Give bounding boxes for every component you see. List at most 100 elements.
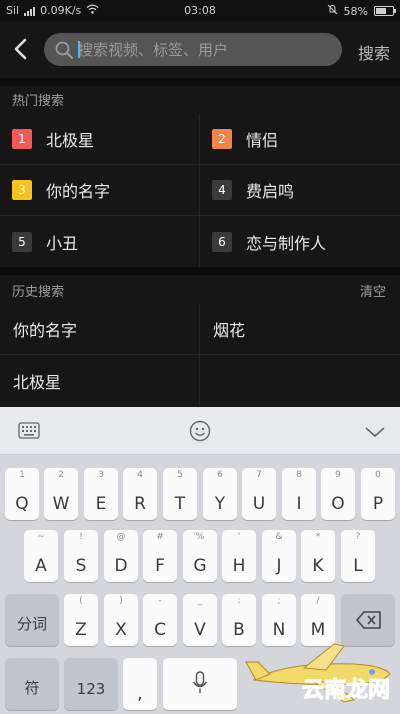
- key-label: S: [75, 556, 87, 576]
- key-label: L: [353, 556, 363, 576]
- key-hint: ': [237, 532, 241, 542]
- voice-space-key[interactable]: [163, 658, 237, 710]
- key-a[interactable]: ~ A: [24, 530, 58, 582]
- key-y[interactable]: 6Y: [203, 468, 237, 520]
- key-label: R: [134, 494, 146, 514]
- key-label: B: [233, 620, 245, 640]
- key-t[interactable]: 5T: [163, 468, 197, 520]
- key-hint: #: [156, 532, 164, 542]
- microphone-icon: [192, 671, 208, 693]
- key-d[interactable]: @ D: [104, 530, 138, 582]
- search-input[interactable]: [78, 33, 334, 66]
- key-label: W: [52, 494, 70, 514]
- status-bar: Sil 0.09K/s 03:08 58%: [0, 0, 400, 22]
- key-o[interactable]: 9O: [321, 468, 355, 520]
- hot-item-label: 费启鸣: [246, 182, 295, 201]
- hot-item-3[interactable]: 3 你的名字: [0, 165, 200, 216]
- key-hint: 4: [137, 470, 143, 480]
- key-g[interactable]: % G: [183, 530, 217, 582]
- history-item-3[interactable]: 北极星: [0, 355, 200, 406]
- key-label: U: [252, 494, 266, 514]
- key-hint: 5: [177, 470, 183, 480]
- symbol-key[interactable]: 符: [5, 658, 59, 710]
- search-box[interactable]: [44, 33, 342, 66]
- key-i[interactable]: 8I: [282, 468, 316, 520]
- key-label: T: [174, 494, 186, 514]
- key-s[interactable]: ! S: [64, 530, 98, 582]
- rank-badge: 2: [212, 129, 232, 149]
- key-w[interactable]: 2W: [44, 468, 78, 520]
- history-item-1[interactable]: 你的名字: [0, 304, 200, 355]
- hot-item-label: 情侣: [246, 131, 279, 150]
- text-cursor: [78, 41, 80, 58]
- key-label: H: [232, 556, 246, 576]
- hot-item-1[interactable]: 1 北极星: [0, 114, 200, 165]
- key-l[interactable]: ? L: [341, 530, 375, 582]
- key-hint: !: [79, 532, 83, 542]
- key-label: Z: [75, 620, 87, 640]
- hot-item-4[interactable]: 4 费启鸣: [200, 165, 400, 216]
- hot-item-2[interactable]: 2 情侣: [200, 114, 400, 165]
- keyboard-icon[interactable]: [18, 422, 40, 443]
- key-hint: _: [197, 596, 203, 606]
- key-label: V: [194, 620, 206, 640]
- search-button[interactable]: 搜索: [358, 40, 390, 64]
- key-label: Y: [214, 494, 226, 514]
- hot-item-5[interactable]: 5 小丑: [0, 216, 200, 267]
- keyboard-toolbar: [0, 407, 400, 455]
- key-label: J: [276, 556, 282, 576]
- hot-item-6[interactable]: 6 恋与制作人: [200, 216, 400, 267]
- key-x[interactable]: ) X: [104, 594, 138, 646]
- key-r[interactable]: 4R: [123, 468, 157, 520]
- key-hint: (: [79, 596, 83, 606]
- hot-item-label: 小丑: [46, 233, 79, 253]
- key-v[interactable]: _ V: [183, 594, 217, 646]
- key-p[interactable]: 0P: [361, 468, 395, 520]
- key-f[interactable]: # F: [143, 530, 177, 582]
- collapse-keyboard-icon[interactable]: [364, 424, 386, 443]
- key-c[interactable]: -C: [143, 594, 177, 646]
- number-key[interactable]: 123: [64, 658, 118, 710]
- key-b[interactable]: :B: [222, 594, 256, 646]
- segment-key[interactable]: 分词: [5, 594, 59, 646]
- comma-key[interactable]: ,: [123, 658, 157, 710]
- key-label: Q: [15, 494, 29, 514]
- back-button[interactable]: [10, 36, 34, 62]
- key-hint: :: [237, 596, 241, 606]
- key-q[interactable]: 1Q: [5, 468, 39, 520]
- history-item-2[interactable]: 烟花: [200, 304, 400, 355]
- key-hint: @: [116, 532, 126, 542]
- key-hint: 3: [98, 470, 104, 480]
- hot-item-label: 恋与制作人: [246, 233, 327, 253]
- emoji-icon[interactable]: [189, 420, 211, 446]
- key-label: K: [312, 556, 324, 576]
- key-label: O: [331, 494, 345, 514]
- key-label: I: [296, 494, 302, 514]
- backspace-key[interactable]: [341, 594, 395, 646]
- watermark-text: 云南龙网: [301, 678, 390, 704]
- hot-item-label: 你的名字: [46, 182, 111, 201]
- key-label: ,: [137, 684, 143, 704]
- key-hint: 8: [296, 470, 302, 480]
- key-hint: ): [119, 596, 123, 606]
- key-label: G: [193, 556, 207, 576]
- key-j[interactable]: & J: [262, 530, 296, 582]
- key-n[interactable]: ; N: [262, 594, 296, 646]
- hot-search-title: 热门搜索: [12, 94, 65, 109]
- section-divider: [0, 267, 400, 275]
- key-hint: ;: [277, 596, 281, 606]
- key-e[interactable]: 3E: [84, 468, 118, 520]
- rank-badge: 6: [212, 231, 232, 252]
- key-hint: *: [315, 532, 321, 542]
- key-k[interactable]: * K: [301, 530, 335, 582]
- clear-history-button[interactable]: 清空: [360, 281, 386, 300]
- key-hint: -: [158, 596, 162, 606]
- key-label: F: [155, 556, 165, 576]
- key-hint: &: [275, 532, 283, 542]
- search-header: 搜索: [0, 22, 400, 78]
- key-label: P: [372, 494, 384, 514]
- key-h[interactable]: ' H: [222, 530, 256, 582]
- key-u[interactable]: 7U: [242, 468, 276, 520]
- key-z[interactable]: (Z: [64, 594, 98, 646]
- key-m[interactable]: / M: [301, 594, 335, 646]
